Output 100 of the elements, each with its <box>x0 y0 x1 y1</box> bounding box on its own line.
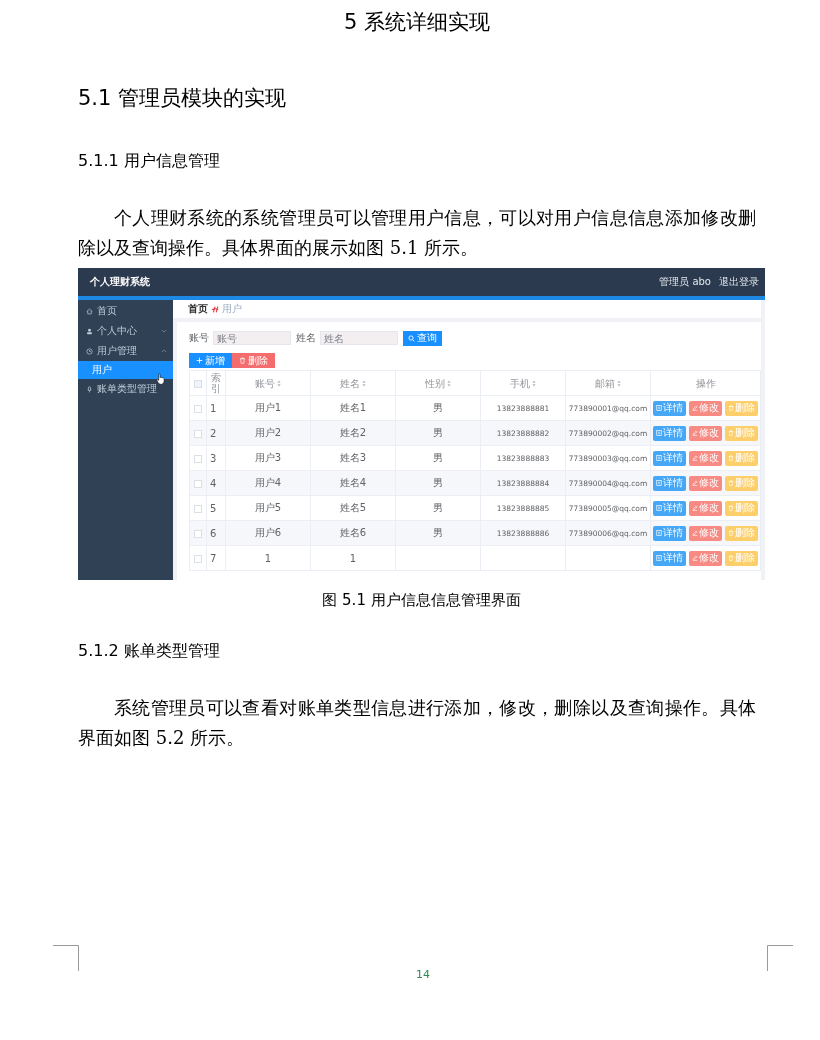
delete-button[interactable]: 删除 <box>725 450 758 466</box>
breadcrumb-current: 用户 <box>222 302 242 316</box>
table-cell: 5 <box>206 495 226 521</box>
column-header[interactable]: 性别 <box>395 370 481 396</box>
detail-button[interactable]: 详情 <box>653 425 686 441</box>
clock-icon <box>86 347 93 355</box>
sort-icon <box>277 379 281 387</box>
sidebar-item[interactable]: 个人中心 <box>78 321 173 341</box>
edit-button[interactable]: 修改 <box>689 500 722 516</box>
plus-icon <box>196 357 203 364</box>
trash-icon <box>728 480 734 486</box>
add-button[interactable]: 新增 <box>189 353 232 368</box>
table-cell: 用户3 <box>225 445 311 471</box>
row-checkbox[interactable] <box>194 454 202 463</box>
sort-icon <box>532 379 536 387</box>
detail-button[interactable]: 详情 <box>653 400 686 416</box>
sort-icon <box>617 379 621 387</box>
subsection-title: 5.1.2 账单类型管理 <box>78 640 221 662</box>
house-icon <box>86 307 93 315</box>
table-cell: 1 <box>310 545 396 571</box>
table-cell: 姓名3 <box>310 445 396 471</box>
row-checkbox[interactable] <box>194 404 202 413</box>
search-icon <box>408 334 415 342</box>
detail-button[interactable]: 详情 <box>653 550 686 566</box>
edit-button[interactable]: 修改 <box>689 450 722 466</box>
delete-button[interactable]: 删除 <box>232 353 275 368</box>
body-paragraph: 系统管理员可以查看对账单类型信息进行添加，修改，删除以及查询操作。具体界面如图 5.2 所示。 <box>78 696 756 750</box>
field-label: 姓名 <box>296 331 316 345</box>
sort-icon <box>447 379 451 387</box>
document-icon <box>656 430 662 436</box>
user-label: 管理员 abo <box>659 275 711 289</box>
search-field[interactable]: 姓名 <box>320 331 398 345</box>
figure-caption: 图 5.1 用户信息信息管理界面 <box>321 590 522 611</box>
edit-button[interactable]: 修改 <box>689 400 722 416</box>
table-cell: 男 <box>395 395 481 421</box>
sidebar-item[interactable]: 用户管理 <box>78 341 173 361</box>
row-checkbox[interactable] <box>194 504 202 513</box>
pencil-icon <box>692 555 698 561</box>
detail-button[interactable]: 详情 <box>653 475 686 491</box>
sidebar-item[interactable]: 首页 <box>78 301 173 321</box>
pencil-icon <box>692 530 698 536</box>
detail-button[interactable]: 详情 <box>653 500 686 516</box>
trash-icon <box>728 430 734 436</box>
table-cell: 男 <box>395 420 481 446</box>
edit-button[interactable]: 修改 <box>689 550 722 566</box>
row-checkbox[interactable] <box>194 479 202 488</box>
select-all-checkbox[interactable] <box>194 379 202 388</box>
column-header[interactable]: 手机 <box>480 370 566 396</box>
search-button[interactable]: 查询 <box>403 330 442 346</box>
edit-button[interactable]: 修改 <box>689 525 722 541</box>
pencil-icon <box>692 505 698 511</box>
field-label: 账号 <box>189 331 209 345</box>
column-header[interactable]: 操作 <box>650 370 761 396</box>
edit-button[interactable]: 修改 <box>689 425 722 441</box>
edit-button[interactable]: 修改 <box>689 475 722 491</box>
table-cell: 4 <box>206 470 226 496</box>
document-icon <box>656 530 662 536</box>
column-header[interactable]: 索引 <box>206 370 226 396</box>
column-header[interactable]: 邮箱 <box>565 370 651 396</box>
search-field[interactable]: 账号 <box>213 331 291 345</box>
table-cell: 6 <box>206 520 226 546</box>
page-number: 14 <box>416 967 430 981</box>
table-cell: 用户2 <box>225 420 311 446</box>
delete-button[interactable]: 删除 <box>725 400 758 416</box>
column-header[interactable]: 姓名 <box>310 370 396 396</box>
document-icon <box>656 405 662 411</box>
sidebar-item[interactable]: 账单类型管理 <box>78 379 173 399</box>
document-icon <box>656 455 662 461</box>
trash-icon <box>239 357 246 364</box>
table-cell: 1 <box>225 545 311 571</box>
delete-button[interactable]: 删除 <box>725 550 758 566</box>
detail-button[interactable]: 详情 <box>653 525 686 541</box>
logout-link[interactable]: 退出登录 <box>719 275 759 289</box>
hand-cursor-icon <box>156 373 165 385</box>
table-cell: 用户5 <box>225 495 311 521</box>
column-header[interactable]: 账号 <box>225 370 311 396</box>
body-paragraph: 个人理财系统的系统管理员可以管理用户信息，可以对用户信息信息添加修改删除以及查询操作。具体界面的展示如图 5.1 所示。 <box>78 206 756 260</box>
detail-button[interactable]: 详情 <box>653 450 686 466</box>
table-cell: 男 <box>395 470 481 496</box>
delete-button[interactable]: 删除 <box>725 475 758 491</box>
chapter-title: 5 系统详细实现 <box>342 9 491 36</box>
subsection-title: 5.1.1 用户信息管理 <box>78 150 221 172</box>
pencil-icon <box>692 455 698 461</box>
delete-button[interactable]: 删除 <box>725 500 758 516</box>
trash-icon <box>728 555 734 561</box>
microphone-icon <box>86 385 93 393</box>
delete-button[interactable]: 删除 <box>725 525 758 541</box>
row-checkbox[interactable] <box>194 529 202 538</box>
table-cell: 姓名1 <box>310 395 396 421</box>
breadcrumb-link[interactable]: 首页 <box>188 302 208 316</box>
app-title: 个人理财系统 <box>90 275 150 289</box>
table-cell: 用户4 <box>225 470 311 496</box>
delete-button[interactable]: 删除 <box>725 425 758 441</box>
row-checkbox[interactable] <box>194 429 202 438</box>
section-title: 5.1 管理员模块的实现 <box>78 85 288 112</box>
table-cell: 姓名6 <box>310 520 396 546</box>
row-checkbox[interactable] <box>194 554 202 563</box>
separator-icon <box>211 305 219 313</box>
sidebar-item[interactable]: 用户 <box>78 361 173 379</box>
document-icon <box>656 505 662 511</box>
